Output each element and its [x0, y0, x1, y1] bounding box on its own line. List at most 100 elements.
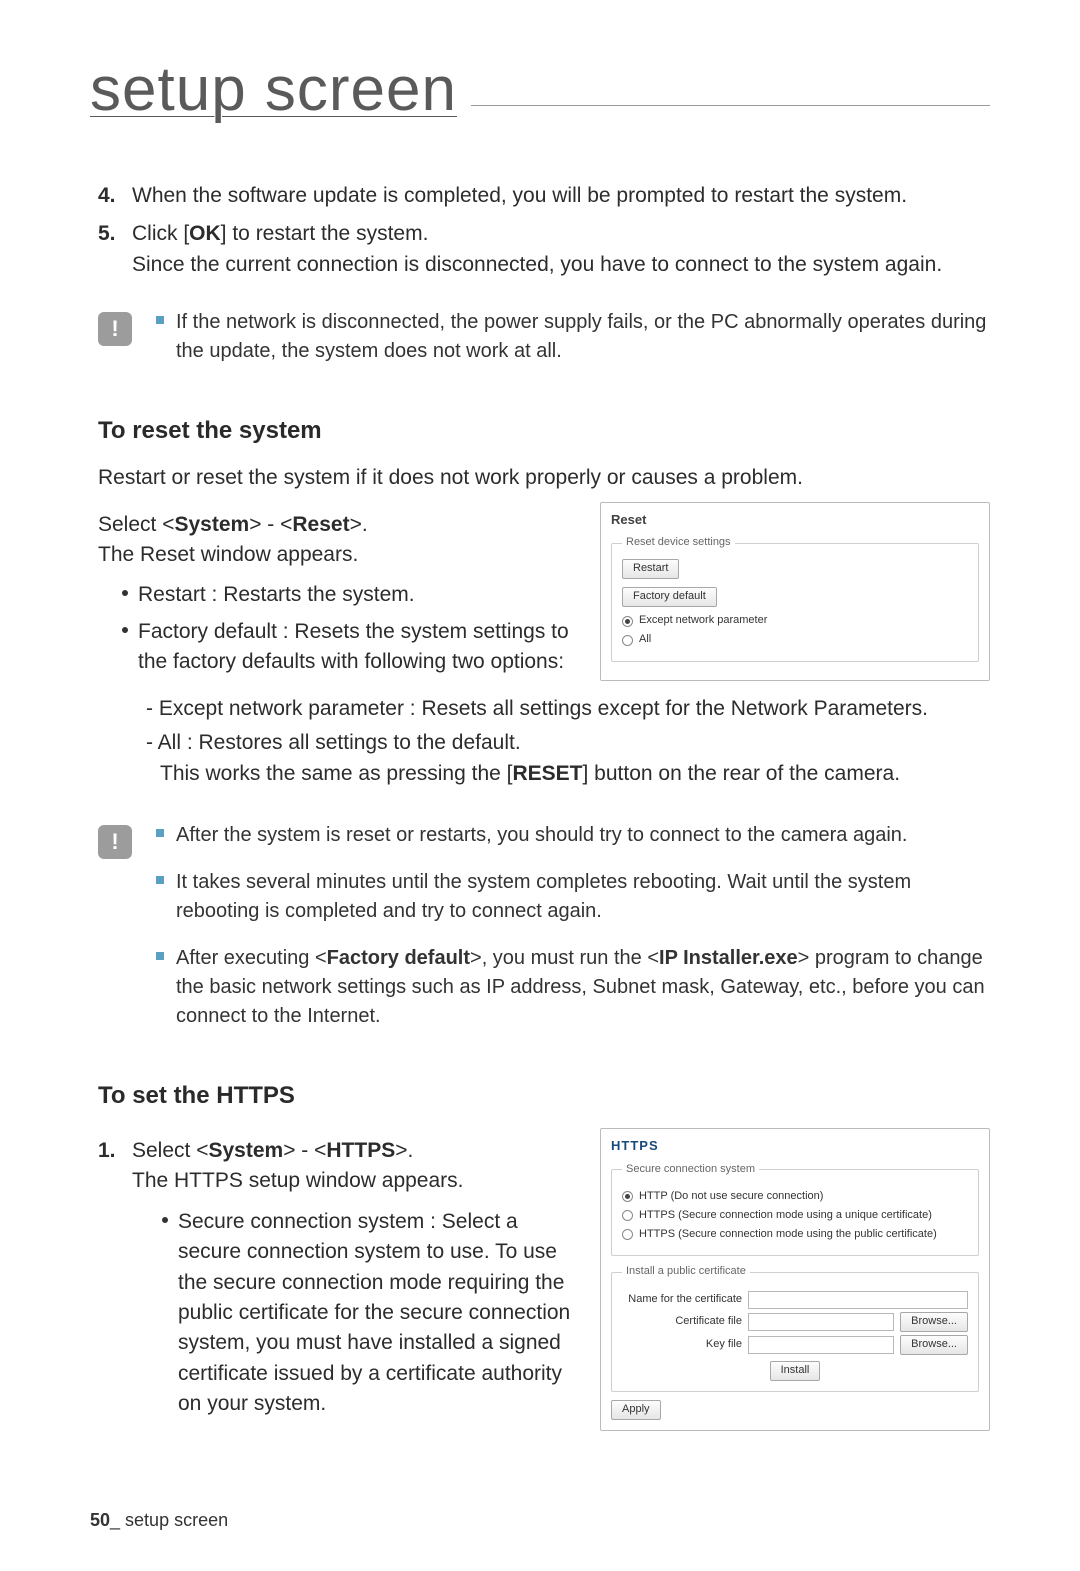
paragraph: Restart or reset the system if it does n…	[98, 463, 990, 493]
text-bold: Reset	[292, 513, 349, 536]
radio-option[interactable]: HTTPS (Secure connection mode using a un…	[622, 1208, 968, 1224]
form-row: Name for the certificate	[622, 1291, 968, 1309]
text: Since the current connection is disconne…	[132, 250, 990, 280]
caution-item: It takes several minutes until the syste…	[156, 868, 990, 926]
list-item: - All : Restores all settings to the def…	[146, 728, 990, 789]
text: >.	[395, 1139, 413, 1162]
restart-button[interactable]: Restart	[622, 559, 679, 579]
bullet-list: Secure connection system : Select a secu…	[98, 1207, 578, 1420]
install-certificate-fieldset: Install a public certificate Name for th…	[611, 1264, 979, 1392]
text: ] button on the rear of the camera.	[583, 762, 901, 785]
text: Secure connection system : Select a secu…	[178, 1207, 578, 1420]
column-left: 1. Select <System> - <HTTPS>. The HTTPS …	[98, 1128, 578, 1430]
section-heading: To reset the system	[98, 414, 990, 449]
radio-label: All	[639, 632, 651, 648]
caution-list: After the system is reset or restarts, y…	[156, 821, 990, 1049]
bullet-icon	[122, 627, 128, 633]
text-bold: HTTPS	[326, 1139, 395, 1162]
caution-text: After the system is reset or restarts, y…	[176, 821, 990, 850]
certificate-file-input[interactable]	[748, 1313, 894, 1331]
radio-label: HTTPS (Secure connection mode using a un…	[639, 1208, 932, 1224]
column-right: Reset Reset device settings Restart Fact…	[600, 502, 990, 682]
bullet-icon	[156, 316, 164, 324]
page-number: 50	[90, 1510, 110, 1530]
text: >, you must run the <	[470, 947, 659, 969]
form-row: Certificate file Browse...	[622, 1312, 968, 1332]
caution-block: ! After the system is reset or restarts,…	[98, 821, 990, 1049]
two-column: Select <System> - <Reset>. The Reset win…	[98, 502, 990, 688]
certificate-name-input[interactable]	[748, 1291, 968, 1309]
page-title-row: setup screen	[90, 54, 990, 125]
text-bold: IP Installer.exe	[659, 947, 798, 969]
list-item: Factory default : Resets the system sett…	[122, 617, 578, 678]
step-number: 5.	[98, 219, 124, 280]
field-label: Key file	[622, 1337, 742, 1353]
step-number: 1.	[98, 1136, 124, 1197]
caution-item: After executing <Factory default>, you m…	[156, 944, 990, 1031]
bullet-icon	[122, 590, 128, 596]
field-label: Name for the certificate	[622, 1292, 742, 1308]
step-text: Select <System> - <HTTPS>. The HTTPS set…	[132, 1136, 578, 1197]
radio-icon	[622, 1191, 633, 1202]
caution-block: ! If the network is disconnected, the po…	[98, 308, 990, 384]
step-text: Click [OK] to restart the system. Since …	[132, 219, 990, 280]
install-button[interactable]: Install	[770, 1361, 821, 1381]
column-left: Select <System> - <Reset>. The Reset win…	[98, 502, 578, 688]
fieldset-legend: Install a public certificate	[622, 1264, 750, 1280]
caution-item: After the system is reset or restarts, y…	[156, 821, 990, 850]
fieldset-legend: Reset device settings	[622, 535, 735, 551]
paragraph: Select <System> - <Reset>. The Reset win…	[98, 510, 578, 571]
caution-icon: !	[98, 825, 132, 859]
text: > - <	[249, 513, 292, 536]
text: Select <	[98, 513, 174, 536]
browse-button[interactable]: Browse...	[900, 1312, 968, 1332]
radio-option[interactable]: Except network parameter	[622, 613, 968, 629]
list-item: Secure connection system : Select a secu…	[162, 1207, 578, 1420]
browse-button[interactable]: Browse...	[900, 1335, 968, 1355]
radio-option[interactable]: All	[622, 632, 968, 648]
text: Select <	[132, 1139, 208, 1162]
page: setup screen 4. When the software update…	[0, 0, 1080, 1571]
page-body: 4. When the software update is completed…	[90, 133, 990, 1431]
key-file-input[interactable]	[748, 1336, 894, 1354]
text: ] to restart the system.	[221, 222, 429, 245]
list-item: 4. When the software update is completed…	[98, 181, 990, 211]
text-bold: OK	[189, 222, 221, 245]
panel-title: Reset	[611, 511, 979, 530]
radio-label: Except network parameter	[639, 613, 767, 629]
text: The HTTPS setup window appears.	[132, 1166, 578, 1196]
factory-default-button[interactable]: Factory default	[622, 587, 717, 607]
bullet-icon	[156, 829, 164, 837]
page-footer: 50_ setup screen	[90, 1510, 228, 1531]
text: This works the same as pressing the [RES…	[146, 762, 900, 785]
text: _	[110, 1510, 125, 1530]
footer-label: setup screen	[125, 1510, 228, 1530]
radio-icon	[622, 635, 633, 646]
caution-text: If the network is disconnected, the powe…	[176, 308, 990, 366]
text: Restart : Restarts the system.	[138, 580, 578, 610]
text: After executing <	[176, 947, 327, 969]
list-item: 1. Select <System> - <HTTPS>. The HTTPS …	[98, 1136, 578, 1197]
radio-label: HTTP (Do not use secure connection)	[639, 1189, 823, 1205]
caution-icon: !	[98, 312, 132, 346]
radio-icon	[622, 616, 633, 627]
bullet-list: Restart : Restarts the system. Factory d…	[98, 580, 578, 677]
bullet-icon	[156, 876, 164, 884]
form-row: Key file Browse...	[622, 1335, 968, 1355]
title-rule	[471, 105, 990, 106]
apply-button[interactable]: Apply	[611, 1400, 661, 1420]
list-item: Restart : Restarts the system.	[122, 580, 578, 610]
panel-title: HTTPS	[611, 1137, 979, 1156]
caution-text: It takes several minutes until the syste…	[176, 868, 990, 926]
step-number: 4.	[98, 181, 124, 211]
text-bold: RESET	[512, 762, 582, 785]
text: The Reset window appears.	[98, 543, 358, 566]
dash-list: - Except network parameter : Resets all …	[122, 694, 990, 789]
reset-fieldset: Reset device settings Restart Factory de…	[611, 535, 979, 662]
text-bold: System	[174, 513, 249, 536]
radio-option[interactable]: HTTP (Do not use secure connection)	[622, 1189, 968, 1205]
step-text: When the software update is completed, y…	[132, 181, 990, 211]
radio-option[interactable]: HTTPS (Secure connection mode using the …	[622, 1227, 968, 1243]
text: - All : Restores all settings to the def…	[146, 731, 521, 754]
caution-text: After executing <Factory default>, you m…	[176, 944, 990, 1031]
